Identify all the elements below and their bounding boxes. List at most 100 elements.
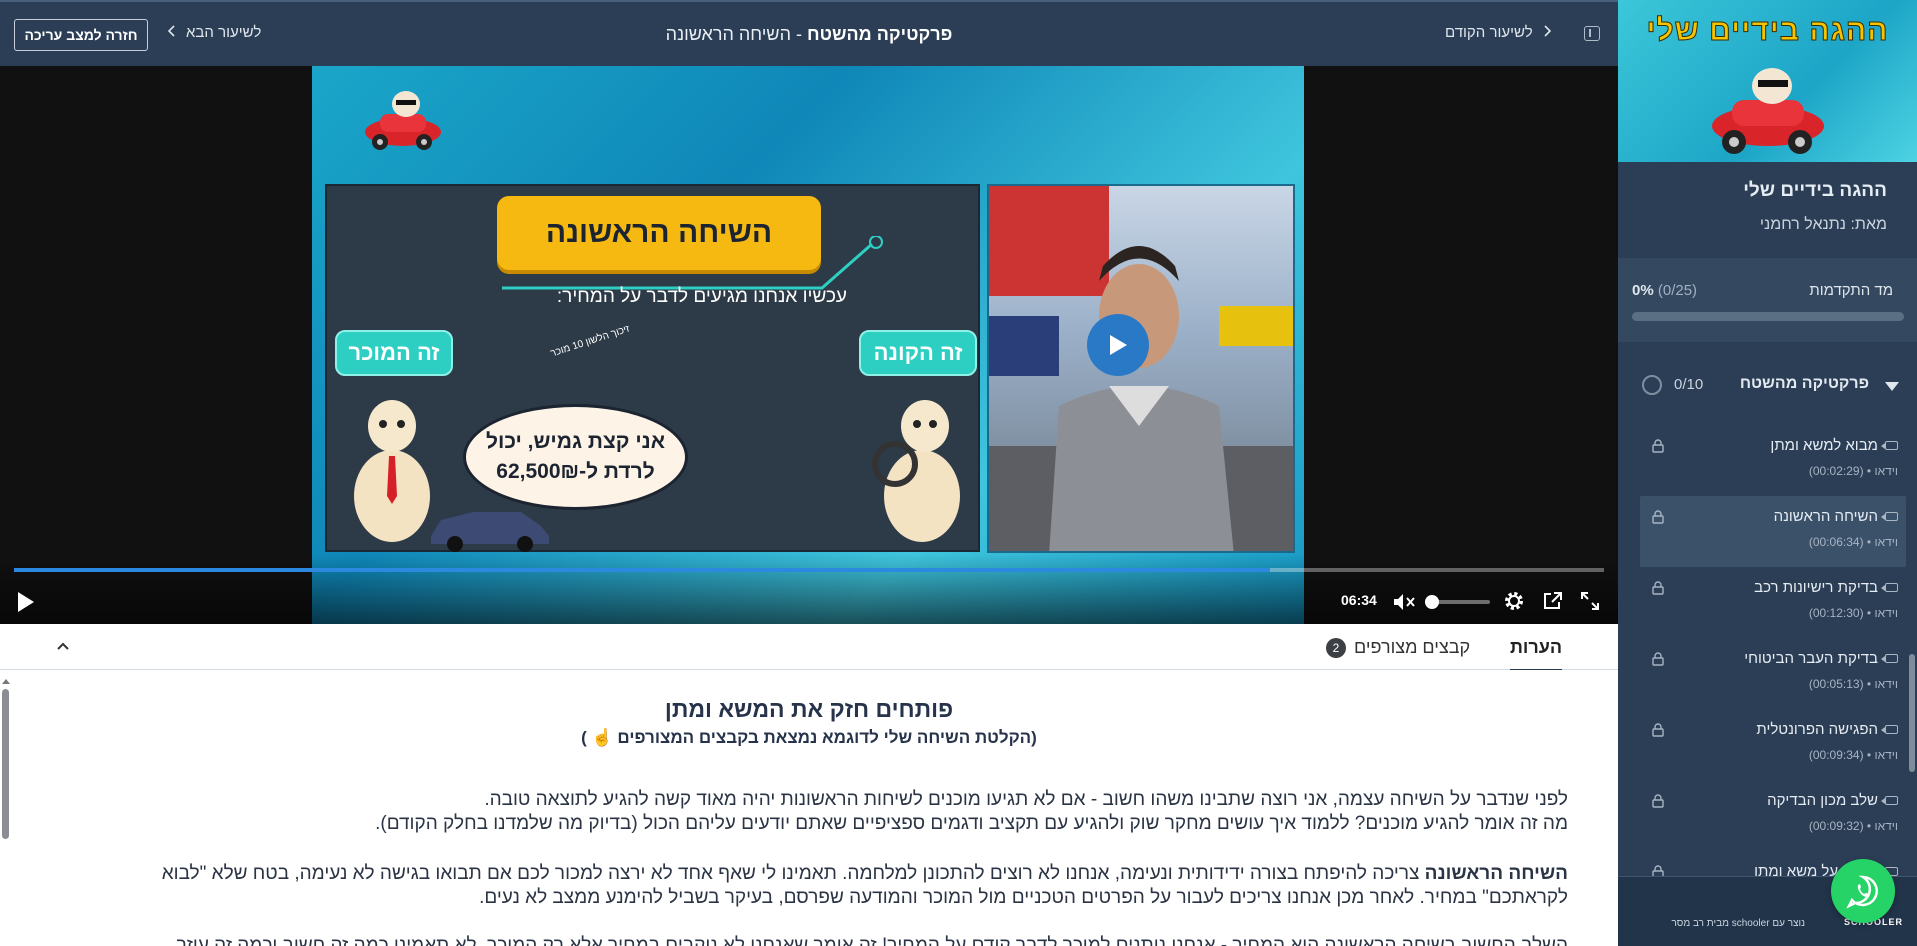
play-icon[interactable] <box>16 590 36 614</box>
paragraph-line: לקראתכם" במחיר. לאחר מכן אנחנו צריכים לע… <box>479 887 1568 908</box>
speech-bubble: אני קצת גמיש, יכול לרדת ל-62,500₪ <box>463 404 688 510</box>
lesson-meta: וידאו • (00:02:29) <box>1808 464 1898 478</box>
paragraph-bold: השיחה הראשונה <box>1424 863 1568 884</box>
course-author: מאת: נתנאל רחמני <box>1759 216 1887 233</box>
lesson-meta: וידאו • (00:06:34) <box>1808 535 1898 549</box>
lesson-title: השיחה הראשונה <box>1773 508 1878 525</box>
lesson-title-separator: - <box>790 24 807 44</box>
lesson-meta: וידאו • (00:12:30) <box>1808 606 1898 620</box>
car-logo-icon <box>1712 68 1824 154</box>
presenter-camera <box>987 184 1295 553</box>
section-progress-circle-icon <box>1642 375 1662 395</box>
lesson-title: בדיקת רישיונות רכב <box>1754 579 1878 596</box>
chevron-up-icon[interactable] <box>54 638 72 656</box>
seller-sheep-icon <box>354 400 430 542</box>
video-progress-fill <box>14 568 1271 572</box>
prev-lesson-label: לשיעור הקודם <box>1445 24 1533 41</box>
lesson-item[interactable]: השיחה הראשונה וידאו • (00:06:34) <box>1640 496 1906 567</box>
whatsapp-button[interactable] <box>1831 859 1895 923</box>
lock-icon <box>1652 652 1664 666</box>
paragraph-line: מה זה אומר להגיע מוכנים? ללמוד איך עושים… <box>375 813 1568 834</box>
course-title: ההגה בידיים שלי <box>1743 180 1887 201</box>
lesson-item[interactable]: בדיקת העבר הביטוחי וידאו • (00:05:13) <box>1640 638 1906 709</box>
lesson-meta: וידאו • (00:05:13) <box>1808 677 1898 691</box>
slide-note: זיכוך הלשון 10 מוכר <box>549 323 632 360</box>
scroll-up-arrow-icon[interactable] <box>1 677 11 685</box>
video-icon <box>1881 796 1898 805</box>
video-progress-bar[interactable] <box>14 568 1604 572</box>
video-icon <box>1881 441 1898 450</box>
presentation-slide: השיחה הראשונה עכשיו אנחנו מגיעים לדבר על… <box>325 184 980 552</box>
paragraph-line: השלב החשוב בשיחה הראשונה הוא המחיר - אנח… <box>176 935 1568 946</box>
lesson-title: בדיקת העבר הביטוחי <box>1744 650 1878 667</box>
course-banner: ההגה בידיים שלי <box>1618 0 1917 162</box>
paragraph-text: צריכה להיפתח בצורה ידידותית ונעימה, אנחנ… <box>161 863 1425 884</box>
popout-icon[interactable] <box>1542 591 1564 611</box>
video-controls: 06:34 <box>0 554 1618 624</box>
progress-bar <box>1632 312 1904 321</box>
fullscreen-icon[interactable] <box>1580 591 1600 611</box>
lock-icon <box>1652 723 1664 737</box>
lesson-title: פרקטיקה מהשטח - השיחה הראשונה <box>0 24 1618 45</box>
paragraph-line: לפני שנדבר על השיחה עצמה, אני רוצה שתבינ… <box>484 789 1568 810</box>
mute-icon[interactable] <box>1392 592 1416 612</box>
prev-lesson-link[interactable]: לשיעור הקודם <box>1445 24 1551 41</box>
video-icon <box>1881 654 1898 663</box>
lesson-item[interactable]: שלב מכון הבדיקה וידאו • (00:09:32) <box>1640 780 1906 851</box>
video-time: 06:34 <box>1341 592 1377 608</box>
section-header[interactable]: פרקטיקה מהשטח 0/10 <box>1618 364 1917 406</box>
notes-subheading: (הקלטת השיחה שלי לדוגמא נמצאת בקבצים המצ… <box>581 728 1037 747</box>
video-icon <box>1881 583 1898 592</box>
lesson-title: שלב מכון הבדיקה <box>1767 792 1878 809</box>
lesson-item[interactable]: הפגישה הפרונטלית וידאו • (00:09:34) <box>1640 709 1906 780</box>
volume-knob[interactable] <box>1425 595 1439 609</box>
lesson-title-name: השיחה הראשונה <box>665 24 791 44</box>
content-scroll-thumb[interactable] <box>2 689 9 839</box>
sidebar-toggle-icon[interactable] <box>1584 26 1600 41</box>
paragraph-preparation: לפני שנדבר על השיחה עצמה, אני רוצה שתבינ… <box>100 788 1568 836</box>
progress-count: (0/25) <box>1657 282 1698 299</box>
lock-icon <box>1652 581 1664 595</box>
video-icon <box>1881 725 1898 734</box>
lesson-meta: וידאו • (00:09:34) <box>1808 748 1898 762</box>
section-name: פרקטיקה מהשטח <box>1739 375 1869 392</box>
lock-icon <box>1652 510 1664 524</box>
car-logo-icon <box>365 91 441 150</box>
slide-subtitle: עכשיו אנחנו מגיעים לדבר על המחיר: <box>556 286 847 307</box>
presenter-image <box>989 186 1293 551</box>
video-icon <box>1881 512 1898 521</box>
progress-percent: 0% <box>1632 282 1654 299</box>
lesson-notes: פותחים חזק את המשא ומתן (הקלטת השיחה שלי… <box>0 670 1618 946</box>
course-progress: מד התקדמות 0% (0/25) <box>1618 258 1917 342</box>
tab-attached-files-label: קבצים מצורפים <box>1354 637 1471 657</box>
content-scrollbar[interactable] <box>0 677 12 946</box>
lesson-item[interactable]: מבוא למשא ומתן וידאו • (00:02:29) <box>1640 425 1906 496</box>
speech-line-1: אני קצת גמיש, יכול <box>485 430 666 453</box>
suv-icon <box>431 512 549 552</box>
lesson-title-section: פרקטיקה מהשטח <box>806 24 953 44</box>
lock-icon <box>1652 439 1664 453</box>
play-icon <box>1110 335 1127 355</box>
lesson-item[interactable]: בדיקת רישיונות רכב וידאו • (00:12:30) <box>1640 567 1906 638</box>
settings-gear-icon[interactable] <box>1503 590 1525 612</box>
sidebar-scroll-thumb[interactable] <box>1909 654 1915 772</box>
made-with-text: נוצר עם schooler מבית רב מסר <box>1671 918 1805 929</box>
buyer-tag: זה הקונה <box>859 330 977 376</box>
tab-attached-files[interactable]: קבצים מצורפים 2 <box>1326 637 1470 658</box>
lesson-list: מבוא למשא ומתן וידאו • (00:02:29) השיחה הר… <box>1640 425 1906 922</box>
tab-notes[interactable]: הערות <box>1510 637 1563 672</box>
whatsapp-icon <box>1846 875 1878 909</box>
volume-slider[interactable] <box>1425 595 1490 609</box>
chevron-right-icon <box>1543 24 1551 41</box>
lesson-topbar: חזרה למצב עריכה לשיעור הבא פרקטיקה מהשטח… <box>0 0 1618 66</box>
big-play-button[interactable] <box>1087 314 1149 376</box>
banner-title: ההגה בידיים שלי <box>1646 14 1889 48</box>
course-sidebar: ההגה בידיים שלי ההגה בידיים שלי מאת: נתנ… <box>1618 0 1917 946</box>
lesson-meta: וידאו • (00:09:32) <box>1808 819 1898 833</box>
buyer-sheep-icon <box>872 400 960 542</box>
speech-line-2: לרדת ל-62,500₪ <box>496 460 655 483</box>
paragraph-price: השלב החשוב בשיחה הראשונה הוא המחיר - אנח… <box>100 934 1568 946</box>
video-player[interactable]: השיחה הראשונה עכשיו אנחנו מגיעים לדבר על… <box>0 66 1618 624</box>
video-frame: השיחה הראשונה עכשיו אנחנו מגיעים לדבר על… <box>312 66 1304 624</box>
progress-label: מד התקדמות <box>1809 282 1893 299</box>
